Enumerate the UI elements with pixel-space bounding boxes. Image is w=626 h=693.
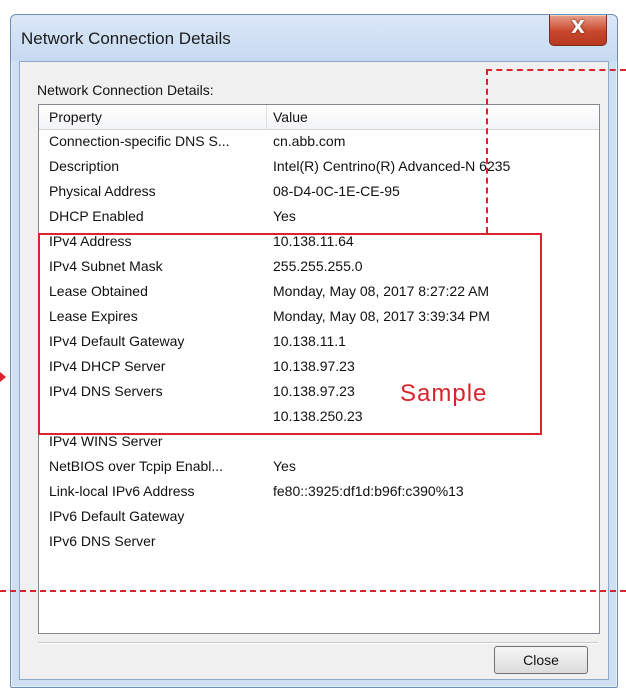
row-property: Link-local IPv6 Address xyxy=(49,483,195,499)
row-property: IPv4 WINS Server xyxy=(49,433,163,449)
row-value: cn.abb.com xyxy=(273,133,346,149)
row-value: 08-D4-0C-1E-CE-95 xyxy=(273,183,400,199)
row-property: NetBIOS over Tcpip Enabl... xyxy=(49,458,224,474)
table-row[interactable]: Connection-specific DNS S... cn.abb.com xyxy=(39,130,599,155)
title-bar[interactable]: Network Connection Details X xyxy=(11,15,617,61)
table-row[interactable]: IPv6 Default Gateway xyxy=(39,505,599,530)
row-value: fe80::3925:df1d:b96f:c390%13 xyxy=(273,483,464,499)
details-label: Network Connection Details: xyxy=(37,82,214,98)
table-row[interactable]: DHCP Enabled Yes xyxy=(39,205,599,230)
row-property: Physical Address xyxy=(49,183,156,199)
table-row[interactable]: IPv6 DNS Server xyxy=(39,530,599,555)
row-value: Intel(R) Centrino(R) Advanced-N 6235 xyxy=(273,158,511,174)
row-property: DHCP Enabled xyxy=(49,208,144,224)
row-property: Description xyxy=(49,158,120,174)
table-row[interactable]: Link-local IPv6 Address fe80::3925:df1d:… xyxy=(39,480,599,505)
row-property: IPv6 Default Gateway xyxy=(49,508,185,524)
row-property: Connection-specific DNS S... xyxy=(49,133,230,149)
list-header: Property Value xyxy=(39,105,599,130)
arrow-icon xyxy=(0,372,6,382)
window-close-button[interactable]: X xyxy=(549,15,607,46)
divider-line xyxy=(38,642,598,643)
column-header-property[interactable]: Property xyxy=(49,109,102,125)
row-value: Yes xyxy=(273,208,296,224)
close-button[interactable]: Close xyxy=(494,646,588,674)
table-row[interactable]: Physical Address 08-D4-0C-1E-CE-95 xyxy=(39,180,599,205)
column-header-value[interactable]: Value xyxy=(273,109,308,125)
sample-label: Sample xyxy=(400,380,488,407)
table-row[interactable]: Description Intel(R) Centrino(R) Advance… xyxy=(39,155,599,180)
row-property: IPv6 DNS Server xyxy=(49,533,156,549)
column-divider[interactable] xyxy=(266,105,267,129)
dashed-guide-top xyxy=(486,69,626,71)
dashed-guide-vertical xyxy=(486,69,488,233)
window-title: Network Connection Details xyxy=(21,29,231,48)
row-value: Yes xyxy=(273,458,296,474)
close-icon: X xyxy=(571,17,585,38)
table-row[interactable]: NetBIOS over Tcpip Enabl... Yes xyxy=(39,455,599,480)
dashed-guide-bottom xyxy=(0,590,626,592)
